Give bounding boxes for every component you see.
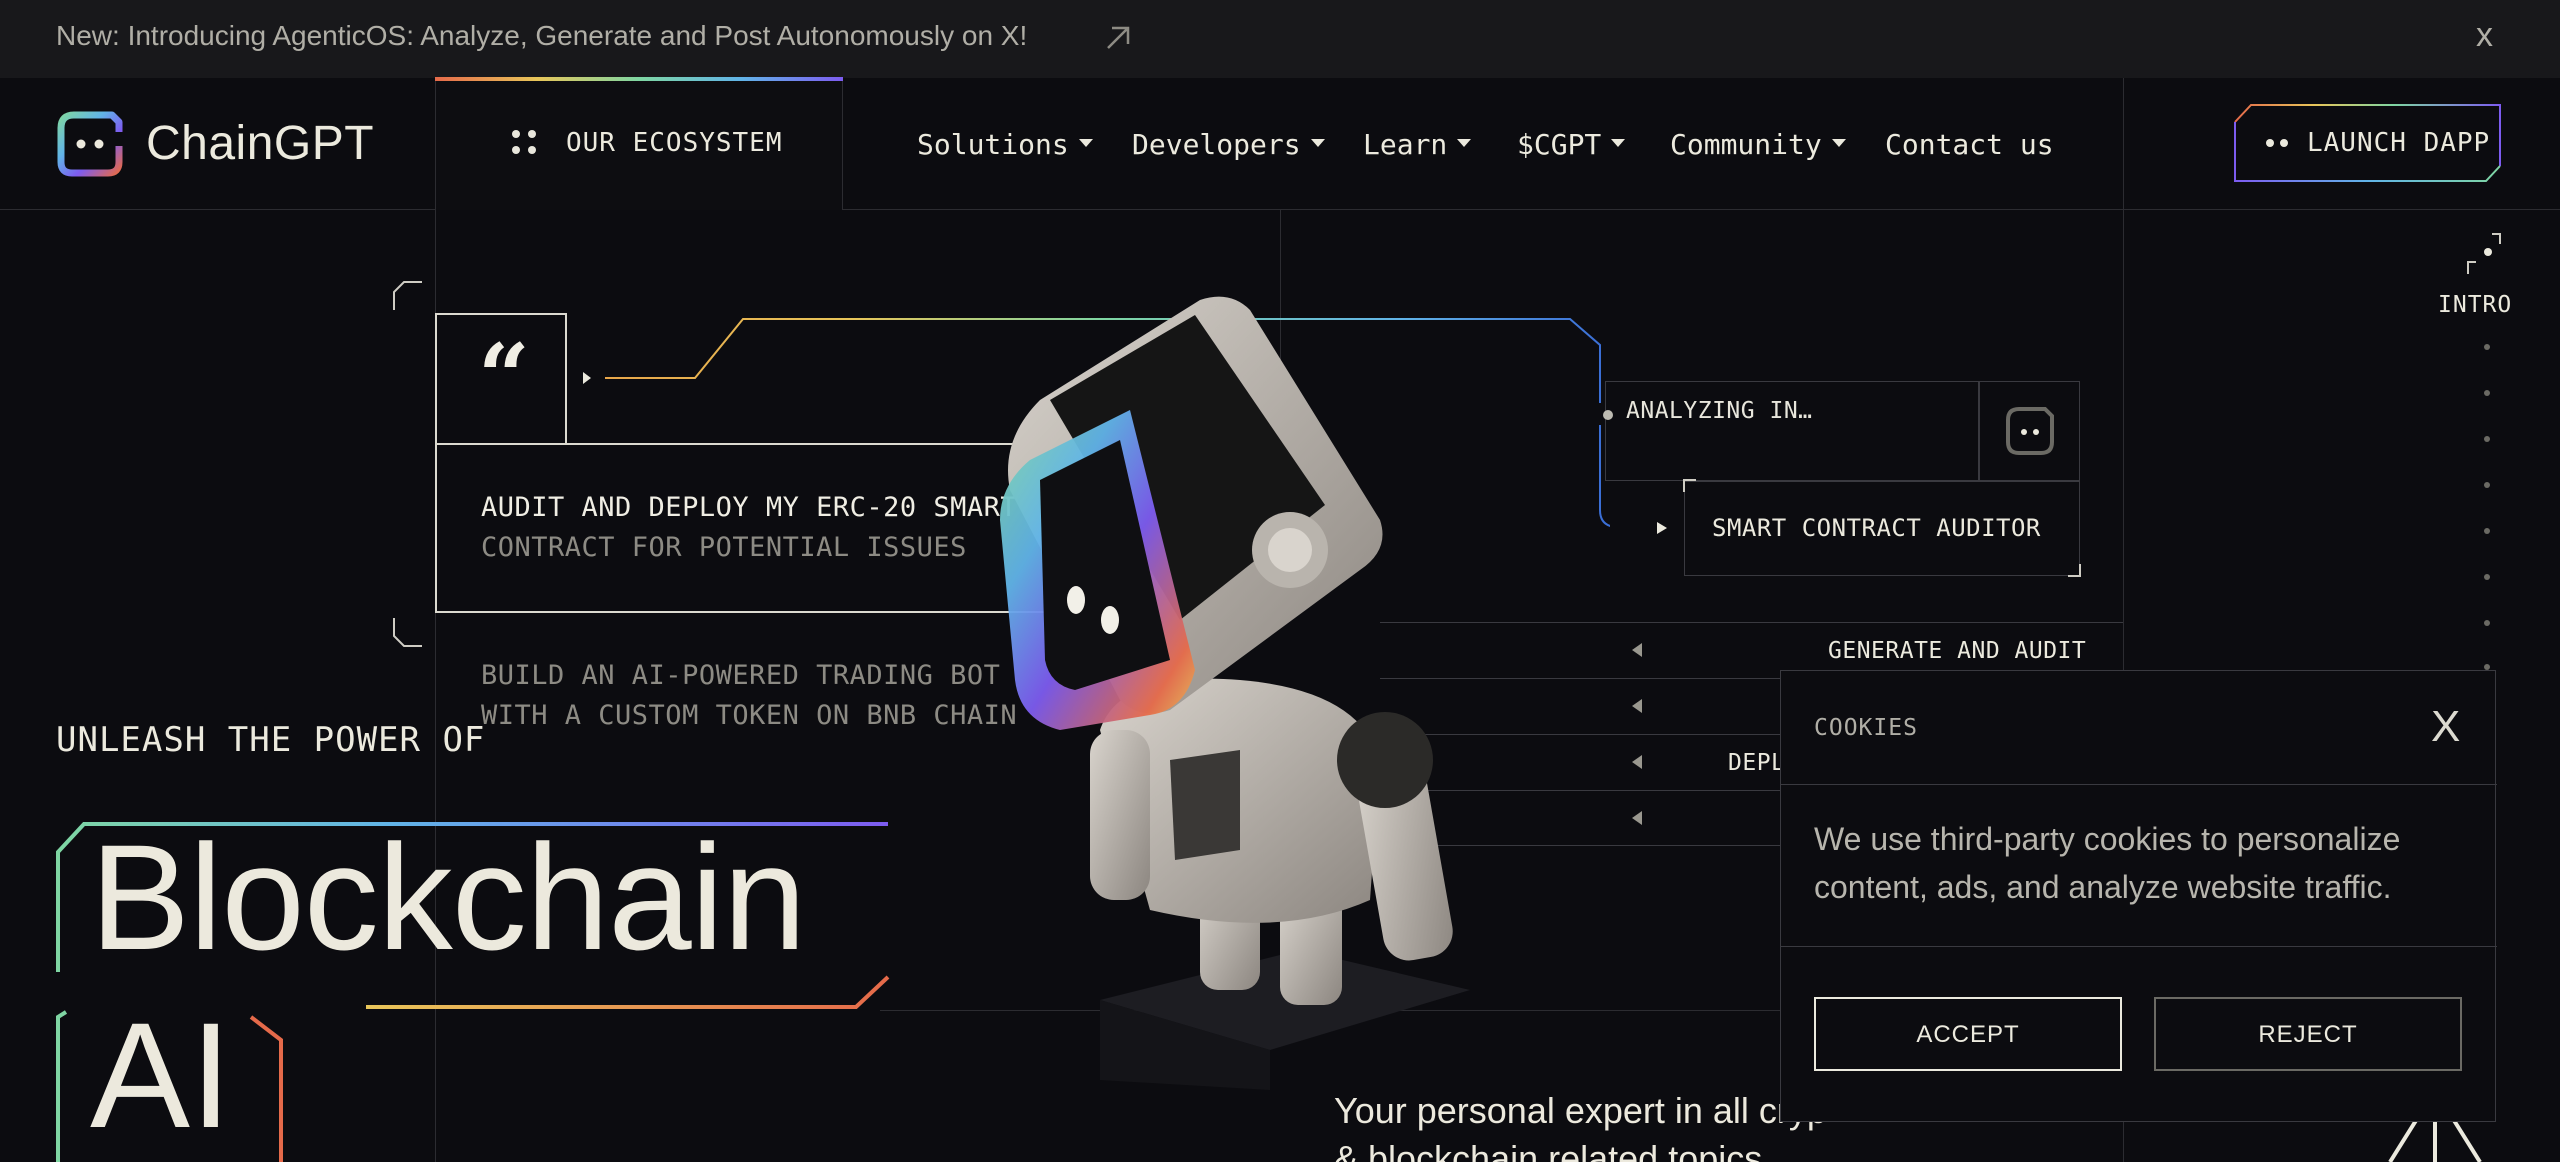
analyzing-label: ANALYZING IN… xyxy=(1626,398,1813,424)
status-dot xyxy=(1603,410,1613,420)
hero-tagline-line-2: & blockchain related topics xyxy=(1334,1138,1763,1162)
cookie-dialog-header: COOKIES X xyxy=(1781,671,2497,785)
cookie-consent-dialog: COOKIES X We use third-party cookies to … xyxy=(1780,670,2497,1122)
option-deploy: DEPL xyxy=(1728,750,1786,776)
nav-solutions-label: Solutions xyxy=(917,128,1069,161)
arrow-left-icon xyxy=(1632,811,1642,825)
caret-down-icon xyxy=(1457,139,1472,147)
cookie-dialog-title: COOKIES xyxy=(1814,715,1918,741)
caret-down-icon xyxy=(1611,139,1626,147)
divider xyxy=(1781,946,2497,947)
accept-label: ACCEPT xyxy=(1916,1021,2020,1048)
arrow-left-icon xyxy=(1632,643,1642,657)
caret-down-icon xyxy=(1078,139,1093,147)
rail-dot[interactable] xyxy=(2484,620,2490,626)
ecosystem-label: OUR ECOSYSTEM xyxy=(566,128,783,158)
announcement-text[interactable]: New: Introducing AgenticOS: Analyze, Gen… xyxy=(56,20,1027,52)
nav-cgpt-label: $CGPT xyxy=(1517,128,1602,161)
hero-tagline-line-1: Your personal expert in all cryp xyxy=(1334,1090,1827,1131)
launch-dapp-label: LAUNCH DAPP xyxy=(2307,128,2491,158)
play-arrow-icon xyxy=(1657,522,1667,534)
robot-face-icon xyxy=(2006,407,2054,455)
nav-learn-label: Learn xyxy=(1363,128,1448,161)
rail-dot[interactable] xyxy=(2484,436,2490,442)
cookie-close-button[interactable]: X xyxy=(2431,705,2460,749)
nav-developers-label: Developers xyxy=(1132,128,1301,161)
nav-cgpt[interactable]: $CGPT xyxy=(1517,128,1626,161)
rail-dot[interactable] xyxy=(2484,574,2490,580)
hero-title-line-1: Blockchain xyxy=(90,813,806,981)
caret-down-icon xyxy=(1831,139,1846,147)
nav-contact-us[interactable]: Contact us xyxy=(1885,128,2054,161)
analyzing-status-box xyxy=(1605,381,1980,481)
prompt-next-line-2[interactable]: WITH A CUSTOM TOKEN ON BNB CHAIN xyxy=(481,700,1017,731)
prompt-active-line-1: AUDIT AND DEPLOY MY ERC-20 SMART xyxy=(481,492,1018,523)
announcement-bar[interactable]: New: Introducing AgenticOS: Analyze, Gen… xyxy=(0,0,2560,78)
ecosystem-accent-bar xyxy=(435,77,843,81)
bracket-decoration xyxy=(393,281,422,647)
reject-cookies-button[interactable]: REJECT xyxy=(2154,997,2462,1071)
rail-dot[interactable] xyxy=(2484,528,2490,534)
rail-dot[interactable] xyxy=(2484,344,2490,350)
hero-title-line-2: AI xyxy=(90,991,232,1159)
agent-icon-box xyxy=(1978,381,2080,481)
accept-cookies-button[interactable]: ACCEPT xyxy=(1814,997,2122,1071)
rail-intro-label[interactable]: INTRO xyxy=(2438,292,2512,318)
caret-down-icon xyxy=(1310,139,1325,147)
prompt-card-active[interactable] xyxy=(435,443,1055,613)
rail-marker-icon xyxy=(2467,233,2501,274)
external-arrow-icon[interactable] xyxy=(1098,18,1138,58)
rail-dot[interactable] xyxy=(2484,482,2490,488)
nav-solutions[interactable]: Solutions xyxy=(917,128,1093,161)
reject-label: REJECT xyxy=(2258,1021,2358,1048)
nav-community-label: Community xyxy=(1670,128,1822,161)
prompt-active-line-2: CONTRACT FOR POTENTIAL ISSUES xyxy=(481,532,967,563)
chaingpt-logo-icon[interactable] xyxy=(56,110,124,178)
announcement-close-button[interactable]: x xyxy=(2476,16,2493,55)
brand-name[interactable]: ChainGPT xyxy=(146,116,374,171)
rail-dot[interactable] xyxy=(2484,390,2490,396)
option-generate-and-audit: GENERATE AND AUDIT xyxy=(1828,638,2087,664)
arrow-left-icon xyxy=(1632,755,1642,769)
smart-contract-auditor-label: SMART CONTRACT AUDITOR xyxy=(1712,514,2041,542)
grid-dots-icon xyxy=(512,130,538,156)
robot-mascot-illustration xyxy=(1000,296,1470,1090)
prompt-next-line-1[interactable]: BUILD AN AI-POWERED TRADING BOT xyxy=(481,660,1000,691)
cookie-message: We use third-party cookies to personaliz… xyxy=(1814,821,2401,905)
nav-learn[interactable]: Learn xyxy=(1363,128,1472,161)
hero-kicker: UNLEASH THE POWER OF xyxy=(56,720,486,760)
nav-community[interactable]: Community xyxy=(1670,128,1846,161)
arrow-left-icon xyxy=(1632,699,1642,713)
quote-icon: “ xyxy=(478,324,530,430)
nav-developers[interactable]: Developers xyxy=(1132,128,1325,161)
